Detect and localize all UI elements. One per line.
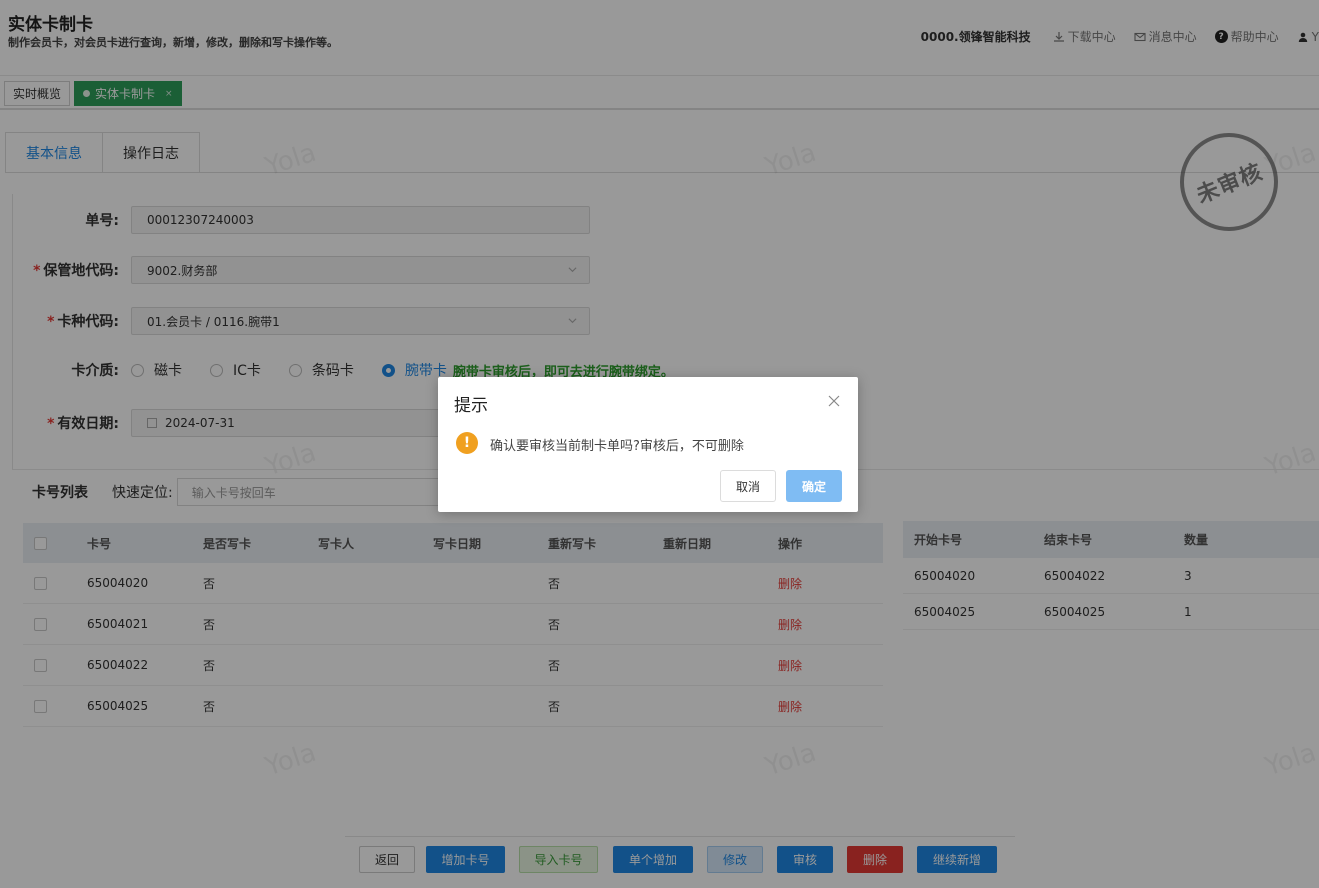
dialog-message: 确认要审核当前制卡单吗?审核后，不可删除 — [490, 439, 744, 454]
confirm-button[interactable]: 确定 — [786, 470, 842, 502]
close-icon[interactable] — [828, 395, 840, 407]
warning-icon: ! — [456, 432, 478, 454]
cancel-button[interactable]: 取消 — [720, 470, 776, 502]
dialog-title: 提示 — [454, 396, 488, 416]
confirm-dialog: 提示 ! 确认要审核当前制卡单吗?审核后，不可删除 取消 确定 — [438, 377, 858, 512]
